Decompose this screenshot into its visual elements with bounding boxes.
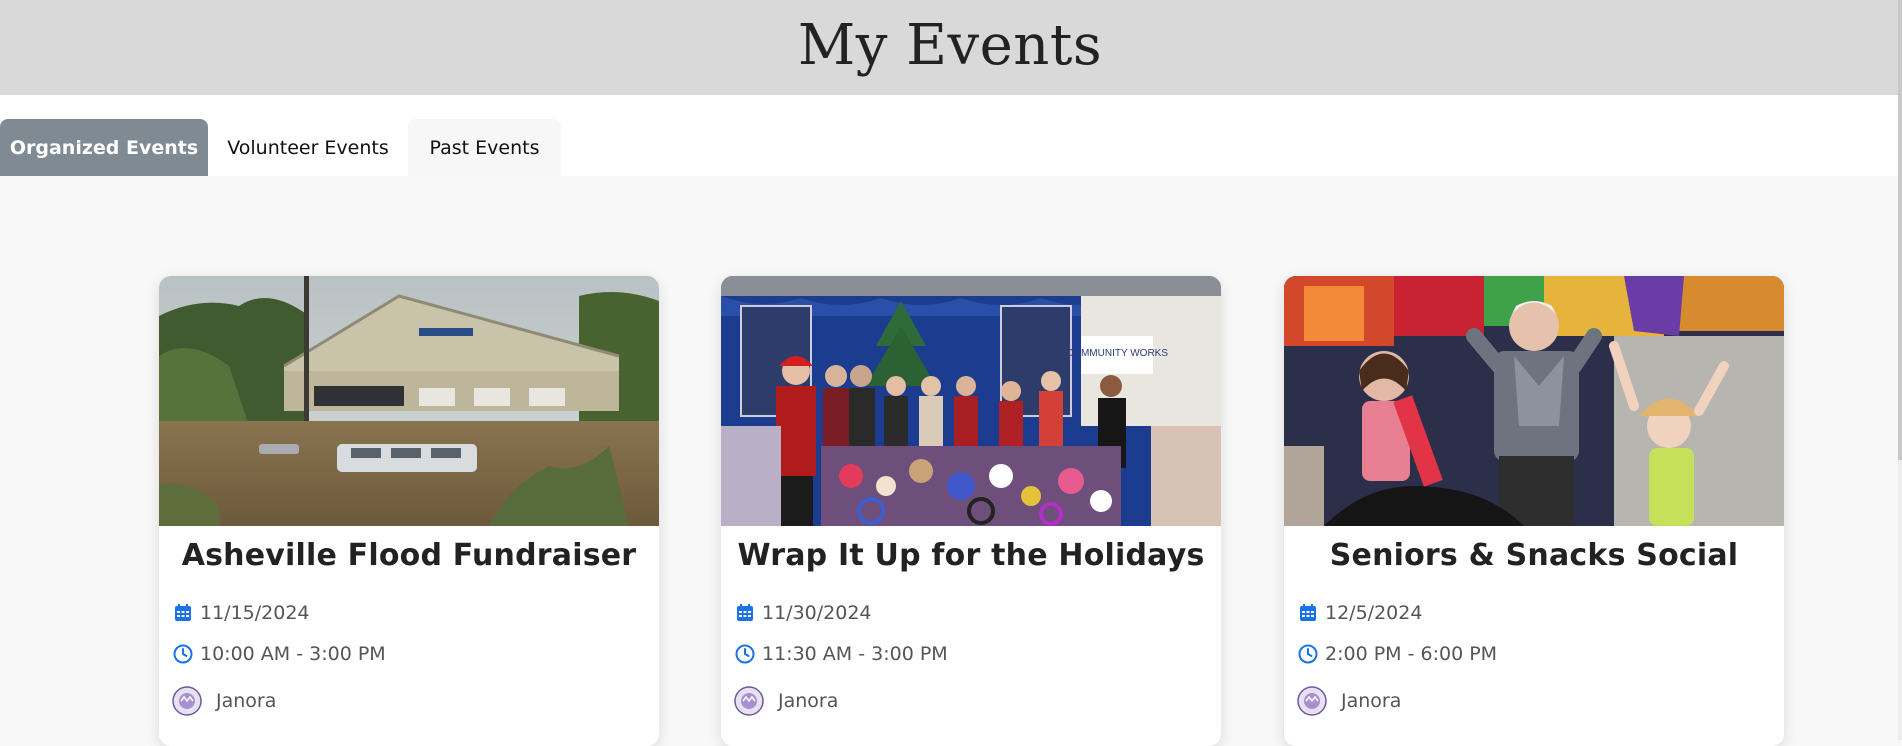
event-organizer-row: Janora (1297, 686, 1401, 716)
event-organizer: Janora (216, 690, 277, 712)
event-date: 12/5/2024 (1325, 602, 1423, 624)
scrollbar-track[interactable] (1898, 0, 1902, 740)
event-title: Asheville Flood Fundraiser (181, 538, 637, 573)
seniors-and-children-photo (1284, 276, 1784, 526)
tab-past-events[interactable]: Past Events (408, 119, 561, 176)
event-date-row: 11/30/2024 (734, 602, 872, 624)
event-time-row: 2:00 PM - 6:00 PM (1297, 643, 1497, 665)
event-time-row: 11:30 AM - 3:00 PM (734, 643, 948, 665)
event-date-row: 11/15/2024 (172, 602, 310, 624)
calendar-icon (734, 602, 756, 624)
calendar-icon (1297, 602, 1319, 624)
event-date: 11/15/2024 (200, 602, 310, 624)
toy-pile (821, 446, 1121, 526)
page-header: My Events (0, 0, 1900, 95)
tab-volunteer-events[interactable]: Volunteer Events (208, 119, 408, 176)
event-card[interactable]: COMMUNITY WORKS Wrap It Up for the Holid… (721, 276, 1221, 746)
tab-organized-events[interactable]: Organized Events (0, 119, 208, 176)
event-date-row: 12/5/2024 (1297, 602, 1422, 624)
clock-icon (172, 643, 194, 665)
event-card[interactable]: Asheville Flood Fundraiser 11/15/2024 10… (159, 276, 659, 746)
clock-icon (1297, 643, 1319, 665)
event-date: 11/30/2024 (762, 602, 872, 624)
event-organizer-row: Janora (734, 686, 838, 716)
event-organizer-row: Janora (172, 686, 276, 716)
flooded-building-photo (159, 276, 659, 526)
event-image: COMMUNITY WORKS (721, 276, 1221, 526)
avatar (1297, 686, 1327, 716)
event-organizer: Janora (778, 690, 839, 712)
event-title: Seniors & Snacks Social (1329, 538, 1739, 573)
sign-text: COMMUNITY WORKS (1066, 348, 1168, 359)
event-image (159, 276, 659, 526)
event-card[interactable]: Seniors & Snacks Social 12/5/2024 2:00 P… (1284, 276, 1784, 746)
tab-bar: Organized Events Volunteer Events Past E… (0, 95, 1900, 176)
event-time-row: 10:00 AM - 3:00 PM (172, 643, 386, 665)
event-time: 10:00 AM - 3:00 PM (200, 643, 386, 665)
event-title: Wrap It Up for the Holidays (737, 538, 1205, 573)
event-time: 11:30 AM - 3:00 PM (762, 643, 948, 665)
avatar (172, 686, 202, 716)
event-image (1284, 276, 1784, 526)
holiday-toy-drive-group-photo: COMMUNITY WORKS (721, 276, 1221, 526)
clock-icon (734, 643, 756, 665)
calendar-icon (172, 602, 194, 624)
page-title: My Events (797, 13, 1103, 78)
event-time: 2:00 PM - 6:00 PM (1325, 643, 1498, 665)
event-organizer: Janora (1341, 690, 1402, 712)
scrollbar-thumb[interactable] (1898, 0, 1902, 460)
avatar (734, 686, 764, 716)
